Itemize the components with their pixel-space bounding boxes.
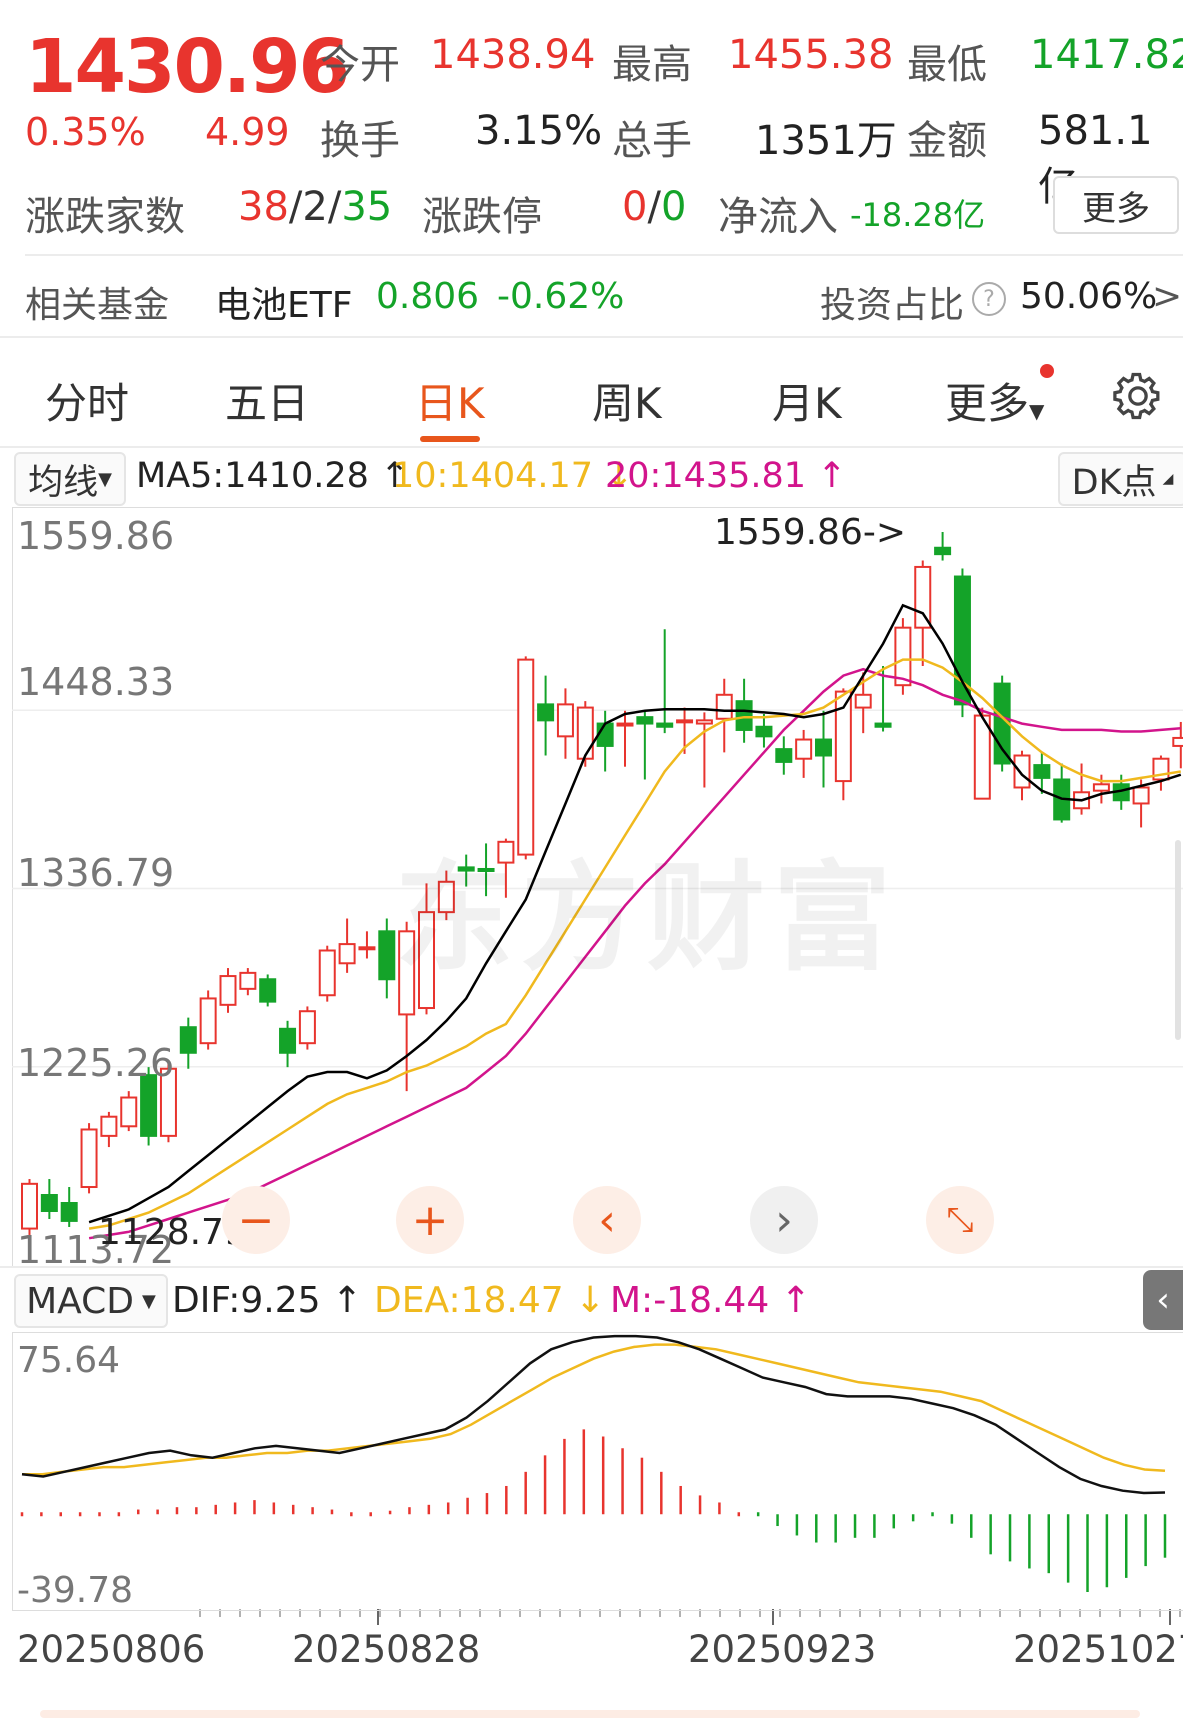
candle-up (715, 693, 733, 720)
candle-down (179, 1026, 197, 1054)
candle-up (834, 690, 852, 783)
candle-up (556, 703, 574, 738)
date-label: 20250828 (292, 1628, 481, 1671)
price-axis-label: 1225.26 (17, 1041, 175, 1085)
candle-up (219, 975, 237, 1006)
chevron-right-icon[interactable]: › (750, 1186, 818, 1254)
date-label: 20250806 (17, 1628, 206, 1671)
candle-down (735, 700, 753, 731)
fullscreen-icon[interactable]: ⤡ (926, 1186, 994, 1254)
macd-chart-frame[interactable] (12, 1332, 1183, 1611)
price-axis-label: 1559.86 (17, 514, 175, 558)
caret-down-icon: ▼ (142, 1290, 156, 1312)
candle-down (874, 722, 892, 728)
candle-down (40, 1194, 58, 1212)
candle-up (894, 626, 912, 687)
candle-up (80, 1128, 98, 1189)
candle-up (358, 946, 376, 951)
price-axis-label: 1448.33 (17, 660, 175, 704)
candle-down (537, 703, 555, 722)
candle-up (338, 943, 356, 965)
scrollbar[interactable] (1175, 840, 1181, 1040)
zoom-out-button[interactable]: − (222, 1186, 290, 1254)
candle-down (1033, 764, 1051, 779)
watermark: 东方财富 (395, 849, 900, 987)
chevron-left-icon[interactable]: ‹ (573, 1186, 641, 1254)
candle-down (656, 722, 674, 728)
candle-down (378, 930, 396, 981)
candle-up (854, 693, 872, 709)
zoom-in-button[interactable]: + (396, 1186, 464, 1254)
candle-down (60, 1202, 78, 1222)
candle-up (21, 1182, 38, 1230)
candle-down (636, 716, 654, 725)
dea-text: DEA:18.47 (374, 1280, 564, 1321)
date-label: 20250923 (688, 1628, 877, 1671)
candle-down (279, 1027, 297, 1054)
candle-up (914, 565, 932, 629)
candle-up (795, 738, 813, 760)
macd-axis-bottom: -39.78 (17, 1570, 134, 1611)
date-label: 20251027 (1013, 1628, 1183, 1671)
candle-up (1092, 783, 1110, 792)
dif-text: DIF:9.25 (172, 1280, 321, 1321)
candle-up (239, 971, 257, 990)
dea-value: DEA:18.47 ↓ (374, 1280, 606, 1321)
candle-up (616, 722, 634, 727)
macd-selector[interactable]: MACD ▼ (14, 1274, 168, 1328)
candle-up (576, 706, 594, 760)
candle-up (100, 1115, 118, 1137)
candle-down (755, 725, 773, 738)
candle-up (298, 1010, 316, 1045)
max-price-annotation: 1559.86-> (714, 512, 907, 553)
bottom-bar (40, 1710, 1140, 1718)
candle-down (775, 748, 793, 763)
candle-up (199, 997, 217, 1045)
candle-up (1132, 786, 1150, 805)
divider (0, 1266, 1183, 1268)
m-text: M:-18.44 (610, 1280, 770, 1321)
candle-up (1172, 736, 1183, 747)
macd-selector-label: MACD (26, 1280, 135, 1322)
candle-up (973, 714, 991, 800)
candle-down (596, 722, 614, 747)
candle-down (815, 738, 832, 757)
macd-axis-top: 75.64 (17, 1340, 121, 1381)
candle-up (676, 719, 694, 724)
candle-down (934, 546, 952, 556)
dif-value: DIF:9.25 ↑ (172, 1280, 363, 1321)
candle-up (318, 949, 336, 997)
candle-up (120, 1096, 138, 1128)
candle-up (695, 719, 713, 725)
candle-down (259, 978, 277, 1003)
price-axis-label: 1336.79 (17, 851, 175, 895)
collapse-panel-button[interactable]: ‹ (1143, 1270, 1183, 1330)
m-value: M:-18.44 ↑ (610, 1280, 811, 1321)
candle-up (1013, 754, 1031, 789)
